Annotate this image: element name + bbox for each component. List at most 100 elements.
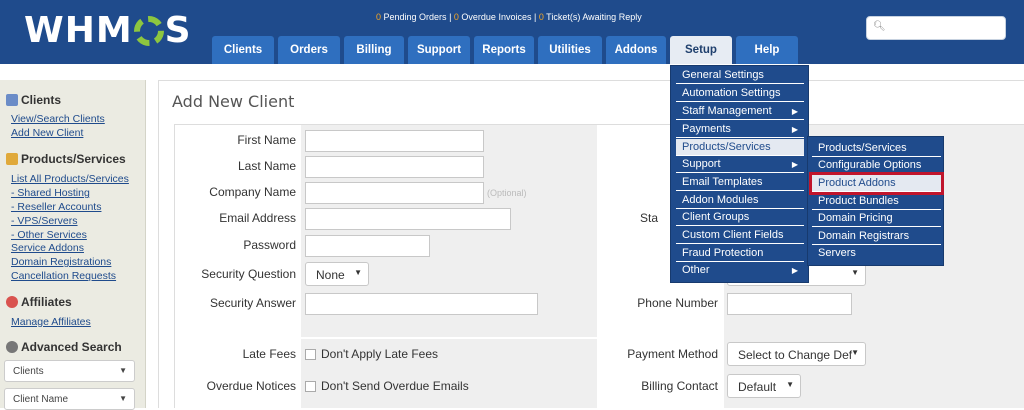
- menu-item-automation-settings[interactable]: Automation Settings: [676, 85, 804, 102]
- gear-logo-icon: [133, 16, 164, 46]
- sidebar-link-service-addons[interactable]: Service Addons: [11, 242, 84, 254]
- billing-contact-select[interactable]: Default ▼: [727, 374, 801, 398]
- menu-item-label: Custom Client Fields: [682, 229, 784, 241]
- security-question-select[interactable]: None ▼: [305, 262, 369, 286]
- nav-tab-support[interactable]: Support: [408, 36, 470, 64]
- search-icon: 🔍︎: [873, 21, 886, 32]
- logo-text-part1: WHM: [24, 9, 133, 51]
- nav-tab-setup[interactable]: Setup: [670, 36, 732, 64]
- header-bar: WHM S 0 Pending Orders | 0 Overdue Invoic…: [0, 0, 1024, 64]
- page-title: Add New Client: [172, 92, 295, 111]
- sidebar-link-add-new-client[interactable]: Add New Client: [11, 127, 83, 139]
- menu-item-client-groups[interactable]: Client Groups: [676, 209, 804, 226]
- email-field[interactable]: [305, 208, 511, 230]
- nav-tab-orders[interactable]: Orders: [278, 36, 340, 64]
- nav-tab-help[interactable]: Help: [736, 36, 798, 64]
- late-fees-option-label[interactable]: Don't Apply Late Fees: [321, 347, 438, 361]
- sidebar-link-reseller-accounts[interactable]: - Reseller Accounts: [11, 201, 101, 213]
- overdue-notices-checkbox[interactable]: [305, 381, 316, 392]
- whmcs-logo[interactable]: WHM S: [24, 9, 192, 51]
- advanced-search-field-select[interactable]: Client Name ▼: [4, 388, 135, 410]
- header-search-input[interactable]: 🔍︎: [866, 16, 1006, 40]
- pending-orders-label[interactable]: Pending Orders: [381, 12, 447, 22]
- first-name-field[interactable]: [305, 130, 484, 152]
- late-fees-checkbox[interactable]: [305, 349, 316, 360]
- sidebar-products-heading: Products/Services: [6, 152, 126, 166]
- overdue-notices-option-label[interactable]: Don't Send Overdue Emails: [321, 379, 469, 393]
- menu-item-label: Automation Settings: [682, 87, 781, 99]
- submenu-item-domain-registrars[interactable]: Domain Registrars: [812, 228, 941, 245]
- submenu-item-configurable-options[interactable]: Configurable Options: [812, 157, 941, 174]
- last-name-field[interactable]: [305, 156, 484, 178]
- submenu-item-products-services[interactable]: Products/Services: [812, 140, 941, 157]
- security-question-value: None: [316, 268, 345, 282]
- chevron-down-icon: ▼: [851, 348, 859, 357]
- menu-item-label: Other: [682, 264, 710, 276]
- company-name-field[interactable]: [305, 182, 484, 204]
- sidebar-link-cancellation-requests[interactable]: Cancellation Requests: [11, 270, 116, 282]
- state-label: Sta: [640, 211, 659, 225]
- overdue-invoices-label[interactable]: Overdue Invoices: [459, 12, 531, 22]
- nav-tab-clients[interactable]: Clients: [212, 36, 274, 64]
- phone-number-field[interactable]: [727, 293, 852, 315]
- payment-method-select[interactable]: Select to Change Def ▼: [727, 342, 866, 366]
- phone-number-label: Phone Number: [637, 296, 718, 310]
- submenu-item-domain-pricing[interactable]: Domain Pricing: [812, 210, 941, 227]
- billing-contact-label: Billing Contact: [641, 379, 718, 393]
- menu-item-label: Support: [682, 158, 721, 170]
- sidebar-link-other-services[interactable]: - Other Services: [11, 229, 87, 241]
- company-optional-hint: (Optional): [487, 188, 527, 198]
- last-name-label: Last Name: [237, 159, 296, 173]
- advanced-search-type-select[interactable]: Clients ▼: [4, 360, 135, 382]
- logo-text-part2: S: [164, 9, 192, 51]
- submenu-item-servers[interactable]: Servers: [812, 245, 941, 262]
- sidebar: Clients View/Search Clients Add New Clie…: [0, 80, 146, 410]
- password-field[interactable]: [305, 235, 430, 257]
- nav-tab-utilities[interactable]: Utilities: [538, 36, 602, 64]
- menu-item-general-settings[interactable]: General Settings: [676, 67, 804, 84]
- security-answer-label: Security Answer: [209, 296, 296, 310]
- menu-item-custom-client-fields[interactable]: Custom Client Fields: [676, 227, 804, 244]
- sidebar-link-manage-affiliates[interactable]: Manage Affiliates: [11, 316, 91, 328]
- chevron-right-icon: ▶: [791, 107, 798, 116]
- submenu-item-product-bundles[interactable]: Product Bundles: [812, 193, 941, 210]
- nav-tab-addons[interactable]: Addons: [606, 36, 666, 64]
- box-icon: [6, 153, 18, 165]
- chevron-down-icon: ▼: [119, 366, 127, 375]
- menu-item-email-templates[interactable]: Email Templates: [676, 174, 804, 191]
- clients-icon: [6, 94, 18, 106]
- sidebar-link-all-products[interactable]: List All Products/Services: [11, 173, 129, 185]
- sidebar-affiliates-heading: Affiliates: [6, 295, 72, 309]
- sidebar-link-vps-servers[interactable]: - VPS/Servers: [11, 215, 78, 227]
- menu-item-fraud-protection[interactable]: Fraud Protection: [676, 245, 804, 262]
- first-name-label: First Name: [237, 133, 296, 147]
- menu-item-products-services[interactable]: Products/Services: [676, 139, 804, 156]
- sidebar-advanced-search-heading-text: Advanced Search: [21, 340, 122, 354]
- menu-item-label: Payments: [682, 123, 731, 135]
- chevron-down-icon: ▼: [786, 380, 794, 389]
- security-answer-field[interactable]: [305, 293, 538, 315]
- sidebar-link-shared-hosting[interactable]: - Shared Hosting: [11, 187, 90, 199]
- nav-tab-reports[interactable]: Reports: [474, 36, 534, 64]
- menu-item-other[interactable]: Other ▶: [676, 262, 804, 279]
- overdue-notices-label: Overdue Notices: [206, 379, 296, 393]
- sidebar-link-domain-registrations[interactable]: Domain Registrations: [11, 256, 111, 268]
- nav-tab-billing[interactable]: Billing: [344, 36, 404, 64]
- chevron-down-icon: ▼: [354, 268, 362, 277]
- sidebar-link-view-search-clients[interactable]: View/Search Clients: [11, 113, 105, 125]
- menu-item-addon-modules[interactable]: Addon Modules: [676, 192, 804, 209]
- menu-item-payments[interactable]: Payments ▶: [676, 121, 804, 138]
- menu-item-support[interactable]: Support ▶: [676, 156, 804, 173]
- sidebar-clients-heading: Clients: [6, 93, 61, 107]
- submenu-item-product-addons[interactable]: Product Addons: [809, 172, 944, 195]
- password-label: Password: [243, 238, 296, 252]
- chevron-right-icon: ▶: [791, 266, 798, 275]
- products-services-submenu: Products/Services Configurable Options P…: [807, 136, 944, 266]
- tickets-label[interactable]: Ticket(s) Awaiting Reply: [544, 12, 642, 22]
- chevron-right-icon: ▶: [791, 125, 798, 134]
- advanced-search-field-value: Client Name: [13, 394, 69, 405]
- security-question-label: Security Question: [201, 267, 296, 281]
- chevron-down-icon: ▼: [119, 394, 127, 403]
- menu-item-staff-management[interactable]: Staff Management ▶: [676, 103, 804, 120]
- company-name-label: Company Name: [209, 185, 296, 199]
